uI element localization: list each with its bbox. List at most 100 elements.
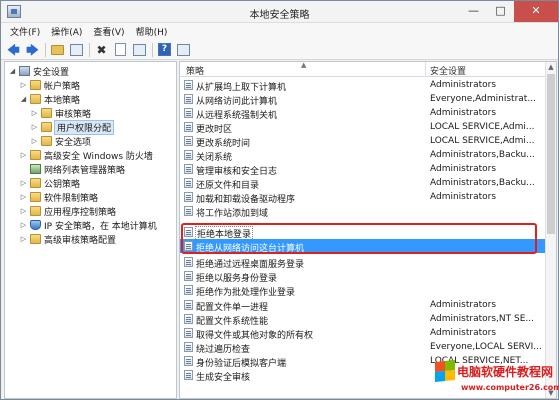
list-item[interactable]: 管理审核和安全日志 Administrators [180,162,546,177]
tree-item-public-key-policies[interactable]: ▷ 公钥策略 [19,176,80,190]
scrollbar-thumb[interactable] [547,74,555,234]
title-bar[interactable]: 本地安全策略 — □ ✕ [1,1,558,23]
policy-icon [184,257,193,267]
list-item-deny-network-access-selected[interactable]: 拒绝从网络访问这台计算机 [180,239,546,254]
list-item[interactable]: 将工作站添加到域 [180,204,546,219]
policy-icon [184,300,193,310]
properties-icon[interactable] [113,43,128,57]
menu-file[interactable]: 文件(F) [5,23,46,40]
collapse-arrow-icon[interactable]: ◢ [19,95,28,104]
ip-security-icon [30,220,41,230]
folder-icon [41,136,52,146]
expand-arrow-icon[interactable]: ▷ [19,207,28,216]
vertical-scrollbar[interactable]: ▲ ▼ [545,62,556,398]
expand-arrow-icon[interactable]: ▷ [19,179,28,188]
menu-view[interactable]: 查看(V) [88,23,130,40]
list-item[interactable]: 配置文件单一进程 Administrators [180,298,546,313]
list-item[interactable]: 更改系统时间 LOCAL SERVICE,Admi... [180,134,546,149]
list-item[interactable]: 绕过遍历检查 Everyone,LOCAL SERVI... [180,340,546,355]
menu-bar: 文件(F) 操作(A) 查看(V) 帮助(H) [1,23,558,40]
policy-icon [184,314,193,324]
forward-arrow-icon[interactable]: 🡆 [25,43,40,57]
tree-item-software-restriction[interactable]: ▷ 软件限制策略 [19,190,98,204]
policy-icon [184,150,193,160]
export-list-icon[interactable] [132,43,147,57]
scroll-up-icon[interactable]: ▲ [546,62,556,72]
tree-item-application-control[interactable]: ▷ 应用程序控制策略 [19,204,116,218]
menu-action[interactable]: 操作(A) [46,23,88,40]
column-header-policy[interactable]: 策略 [186,64,204,77]
policy-icon [184,227,193,237]
tree-item-network-list-manager[interactable]: 网络列表管理器策略 [19,162,125,176]
tree-item-advanced-audit-policy[interactable]: ▷ 高级审核策略配置 [19,232,116,246]
list-item[interactable]: 拒绝通过远程桌面服务登录 [180,255,546,270]
up-folder-icon[interactable] [50,43,65,57]
list-header: 策略 ▲ 安全设置 [180,62,546,77]
toolbar: 🡄 🡆 ✖ ? [1,40,558,60]
expand-arrow-icon[interactable]: ▷ [19,235,28,244]
policy-icon [184,206,193,216]
expand-arrow-icon[interactable]: ▷ [19,81,28,90]
folder-icon [41,108,52,118]
delete-icon[interactable]: ✖ [94,43,109,57]
expand-arrow-icon[interactable]: ▷ [19,193,28,202]
list-item[interactable]: 更改时区 LOCAL SERVICE,Admi... [180,120,546,135]
console-icon[interactable] [176,43,191,57]
policy-icon [184,136,193,146]
collapse-arrow-icon[interactable]: ◢ [8,67,17,76]
policy-icon [184,94,193,104]
list-item-deny-local-logon[interactable]: 拒绝本地登录 [180,225,546,241]
policy-icon [184,192,193,202]
column-divider[interactable] [425,62,426,77]
list-item[interactable]: 配置文件系统性能 Administrators,NT SE... [180,312,546,327]
expand-arrow-icon[interactable]: ▷ [19,221,28,230]
folder-icon [30,150,41,160]
maximize-icon[interactable]: □ [487,1,514,22]
policy-list[interactable]: 策略 ▲ 安全设置 从扩展坞上取下计算机 Administrators 从网络访问… [179,61,557,399]
caption-buttons: — □ ✕ [460,1,558,22]
minimize-icon[interactable]: — [460,1,487,22]
show-hide-tree-icon[interactable] [69,43,84,57]
list-item[interactable]: 加载和卸载设备驱动程序 Administrators [180,190,546,205]
tree-item-security-settings[interactable]: ◢ 安全设置 [8,64,69,78]
policy-icon [184,122,193,132]
navigation-tree[interactable]: ◢ 安全设置 ▷ 帐户策略 ◢ 本地策略 ▷ 审核策略 ▷ 用户权限分配 ▷ 安… [4,61,177,399]
tree-item-windows-firewall[interactable]: ▷ 高级安全 Windows 防火墙 [19,148,153,162]
list-item[interactable]: 拒绝以服务身份登录 [180,269,546,284]
close-icon[interactable]: ✕ [514,1,558,22]
list-item[interactable]: 从远程系统强制关机 Administrators [180,106,546,121]
policy-icon [184,342,193,352]
folder-icon [41,122,52,132]
back-arrow-icon[interactable]: 🡄 [6,43,21,57]
list-item[interactable]: 取得文件或其他对象的所有权 Administrators [180,326,546,341]
tree-item-security-options[interactable]: ▷ 安全选项 [30,134,91,148]
folder-icon [30,192,41,202]
tree-item-ip-security-policies[interactable]: ▷ IP 安全策略，在 本地计算机 [19,218,157,232]
list-item[interactable]: 还原文件和目录 Administrators,Backu... [180,176,546,191]
folder-icon [30,234,41,244]
folder-icon [30,80,41,90]
local-security-policy-window: 本地安全策略 — □ ✕ 文件(F) 操作(A) 查看(V) 帮助(H) 🡄 🡆… [0,0,559,400]
list-item[interactable]: 关闭系统 Administrators,Backu... [180,148,546,163]
tree-item-account-policies[interactable]: ▷ 帐户策略 [19,78,80,92]
watermark-title: 电脑软硬件教程网 [457,365,554,379]
help-icon[interactable]: ? [157,43,172,57]
tree-item-local-policies[interactable]: ◢ 本地策略 [19,92,80,106]
column-header-security-setting[interactable]: 安全设置 [430,64,466,77]
expand-arrow-icon[interactable]: ▷ [30,109,39,118]
computer-icon [19,66,30,76]
list-item[interactable]: 从扩展坞上取下计算机 Administrators [180,78,546,93]
tree-item-user-rights-assignment[interactable]: ▷ 用户权限分配 [30,119,115,135]
expand-arrow-icon[interactable]: ▷ [19,151,28,160]
policy-icon [184,271,193,281]
expand-arrow-icon[interactable]: ▷ [30,123,39,132]
menu-help[interactable]: 帮助(H) [131,23,174,40]
tree-item-audit-policy[interactable]: ▷ 审核策略 [30,106,91,120]
expand-arrow-icon[interactable]: ▷ [30,137,39,146]
policy-icon [184,164,193,174]
list-item[interactable]: 从网络访问此计算机 Everyone,Administrat... [180,92,546,107]
policy-icon [184,328,193,338]
list-item[interactable]: 拒绝作为批处理作业登录 [180,283,546,298]
policy-icon [184,178,193,188]
windows-logo-icon [435,359,455,383]
